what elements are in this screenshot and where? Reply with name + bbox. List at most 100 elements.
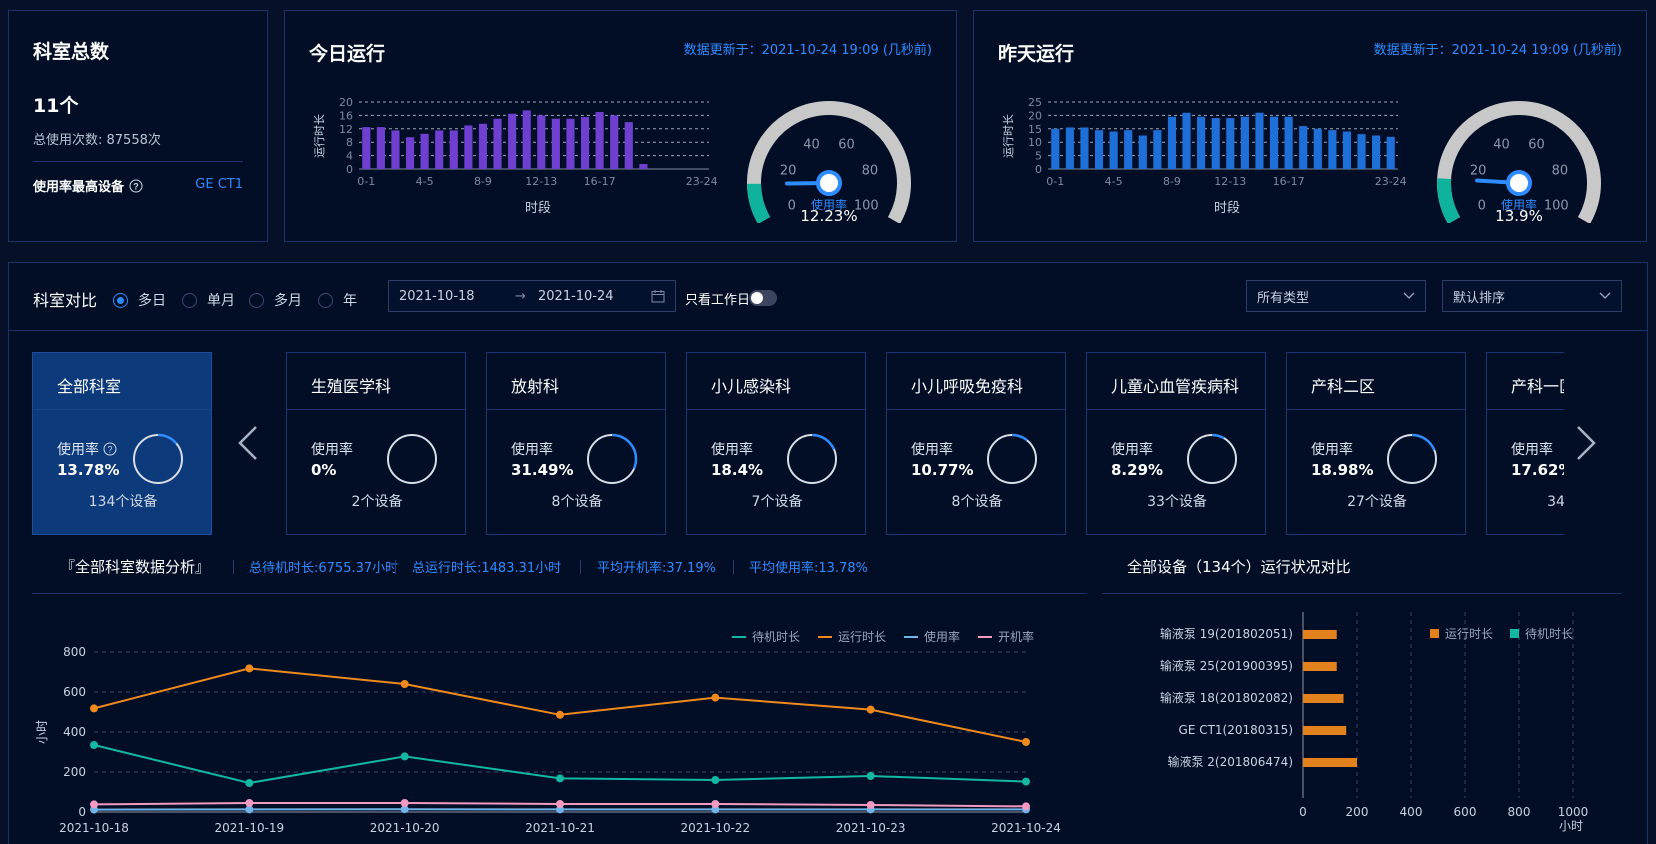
x-axis-label: 小时 — [1559, 819, 1583, 833]
stat-power-on-rate: 平均开机率:37.19% — [597, 561, 716, 576]
svg-text:?: ? — [107, 445, 112, 455]
y-tick-label: 20 — [339, 96, 353, 109]
dept-card-usage-label-text: 使用率 — [1311, 442, 1353, 458]
x-tick-label: 8-9 — [474, 175, 492, 188]
analysis-underline — [32, 593, 1087, 594]
bar — [405, 137, 415, 169]
y-tick-label: 800 — [63, 645, 86, 659]
radio-single-month[interactable]: 单月 — [182, 290, 235, 310]
series-line — [93, 667, 1027, 743]
chevron-left-icon[interactable] — [234, 423, 262, 463]
dept-card-device-count: 27个设备 — [1347, 494, 1407, 510]
dept-count: 11个 — [33, 95, 79, 117]
bar — [508, 113, 517, 169]
radio-multi-day[interactable]: 多日 — [113, 290, 166, 310]
sort-select[interactable]: 默认排序 — [1442, 280, 1622, 312]
bar — [624, 122, 633, 169]
dept-card-usage-value: 0% — [311, 461, 337, 479]
data-point — [245, 779, 254, 787]
date-end[interactable]: 2021-10-24 — [538, 289, 614, 304]
legend-label[interactable]: 待机时长 — [1525, 627, 1573, 641]
x-tick-label: 0-1 — [1046, 175, 1064, 188]
radio-dot[interactable] — [249, 292, 264, 308]
legend-label[interactable]: 开机率 — [998, 629, 1034, 644]
bar — [1299, 126, 1308, 169]
chevron-right-icon[interactable] — [1572, 423, 1600, 463]
dept-card-usage-label-text: 使用率 — [711, 442, 753, 458]
radio-label: 年 — [343, 293, 357, 309]
top-device-value[interactable]: GE CT1 — [195, 177, 243, 192]
data-point — [556, 800, 564, 808]
usage-ring — [986, 433, 1038, 485]
dept-card-name: 全部科室 — [57, 377, 122, 396]
date-start[interactable]: 2021-10-18 — [399, 289, 475, 304]
radio-dot[interactable] — [318, 292, 333, 308]
question-circle-icon[interactable]: ? — [103, 442, 117, 456]
bar — [522, 110, 531, 169]
data-point — [866, 705, 875, 714]
gauge-tick-label: 40 — [1493, 138, 1510, 153]
radio-dot[interactable] — [113, 292, 128, 308]
dept-card[interactable]: 全部科室 使用率? 13.78% 134个设备 — [32, 352, 212, 535]
x-tick-label: 2021-10-21 — [525, 821, 595, 835]
legend-label[interactable]: 使用率 — [924, 629, 960, 644]
x-tick-label: 16-17 — [1273, 175, 1305, 188]
dept-card-name: 产科二区 — [1311, 377, 1376, 396]
bar — [1269, 116, 1279, 169]
usage-ring — [1386, 433, 1438, 485]
stat-standby-total: 总待机时长:6755.37小时 — [249, 561, 399, 576]
yesterday-bar-chart: 2520151050 0-1 4-5 8-9 12-13 16-17 23-24 运行时长 — [1002, 96, 1407, 188]
dept-card[interactable]: 产科一区使用率 17.62% 34个设备 — [1486, 352, 1564, 535]
date-range-picker[interactable]: 2021-10-18 → 2021-10-24 — [388, 280, 676, 312]
dept-card-usage-value: 17.62% — [1511, 461, 1564, 479]
dept-card[interactable]: 产科二区使用率 18.98% 27个设备 — [1286, 352, 1466, 535]
stat-usage-rate: 平均使用率:13.78% — [749, 561, 868, 576]
dept-card-device-count: 8个设备 — [951, 494, 1003, 510]
divider — [1487, 409, 1564, 410]
x-tick-label: 2021-10-19 — [214, 821, 284, 835]
analysis-title: 『全部科室数据分析』 — [60, 558, 211, 576]
data-point — [556, 774, 564, 783]
y-tick-label: 12 — [339, 123, 353, 136]
bar — [420, 133, 429, 169]
legend-label[interactable]: 待机时长 — [752, 630, 800, 644]
stat-run-total: 总运行时长:1483.31小时 — [412, 561, 562, 576]
legend-label[interactable]: 运行时长 — [838, 630, 886, 644]
workday-toggle[interactable] — [749, 290, 777, 306]
dept-card-usage-label-text: 使用率 — [311, 442, 353, 458]
yesterday-gauge-value: 13.9% — [1495, 207, 1543, 225]
gauge-tick-label: 80 — [862, 164, 879, 179]
radio-year[interactable]: 年 — [318, 290, 357, 310]
usage-count: 总使用次数: 87558次 — [33, 133, 161, 148]
usage-ring — [586, 433, 638, 485]
dept-card-usage-label: 使用率? — [57, 439, 117, 459]
dept-card[interactable]: 小儿呼吸免疫科 使用率 10.77% 8个设备 — [886, 352, 1066, 535]
svg-text:?: ? — [133, 181, 139, 191]
dept-card-usage-value: 18.98% — [1311, 461, 1374, 479]
dept-card-usage-label: 使用率 — [311, 439, 353, 459]
dept-card-usage-value: 18.4% — [711, 461, 764, 479]
bar — [1109, 131, 1118, 169]
bar — [610, 115, 619, 169]
bar — [1357, 134, 1366, 169]
radio-multi-month[interactable]: 多月 — [249, 290, 302, 310]
yesterday-title: 昨天运行 — [998, 43, 1075, 65]
calendar-icon[interactable] — [651, 289, 665, 303]
type-select-value: 所有类型 — [1257, 290, 1310, 306]
yesterday-panel: 昨天运行 数据更新于：2021-10-24 19:09 (几秒前) 25 20 15… — [973, 10, 1647, 242]
x-tick-label: 2021-10-18 — [59, 821, 129, 835]
dept-card[interactable]: 儿童心血管疾病科 使用率 8.29% 33个设备 — [1086, 352, 1266, 535]
dept-card[interactable]: 生殖医学科 使用率 0% 2个设备 — [286, 352, 466, 535]
x-tick-label: 0 — [1299, 805, 1307, 819]
legend-swatch — [1510, 629, 1519, 638]
dept-card[interactable]: 放射科 使用率 31.49% 8个设备 — [486, 352, 666, 535]
dept-card[interactable]: 小儿感染科 使用率 18.4% 7个设备 — [686, 352, 866, 535]
radio-dot[interactable] — [182, 292, 197, 308]
type-select[interactable]: 所有类型 — [1246, 280, 1426, 312]
data-point — [866, 801, 875, 809]
bar — [464, 125, 473, 169]
dept-card-usage-value: 31.49% — [511, 461, 574, 479]
legend-label[interactable]: 运行时长 — [1445, 627, 1493, 641]
question-circle-icon[interactable]: ? — [129, 179, 143, 193]
bar — [1284, 116, 1293, 169]
